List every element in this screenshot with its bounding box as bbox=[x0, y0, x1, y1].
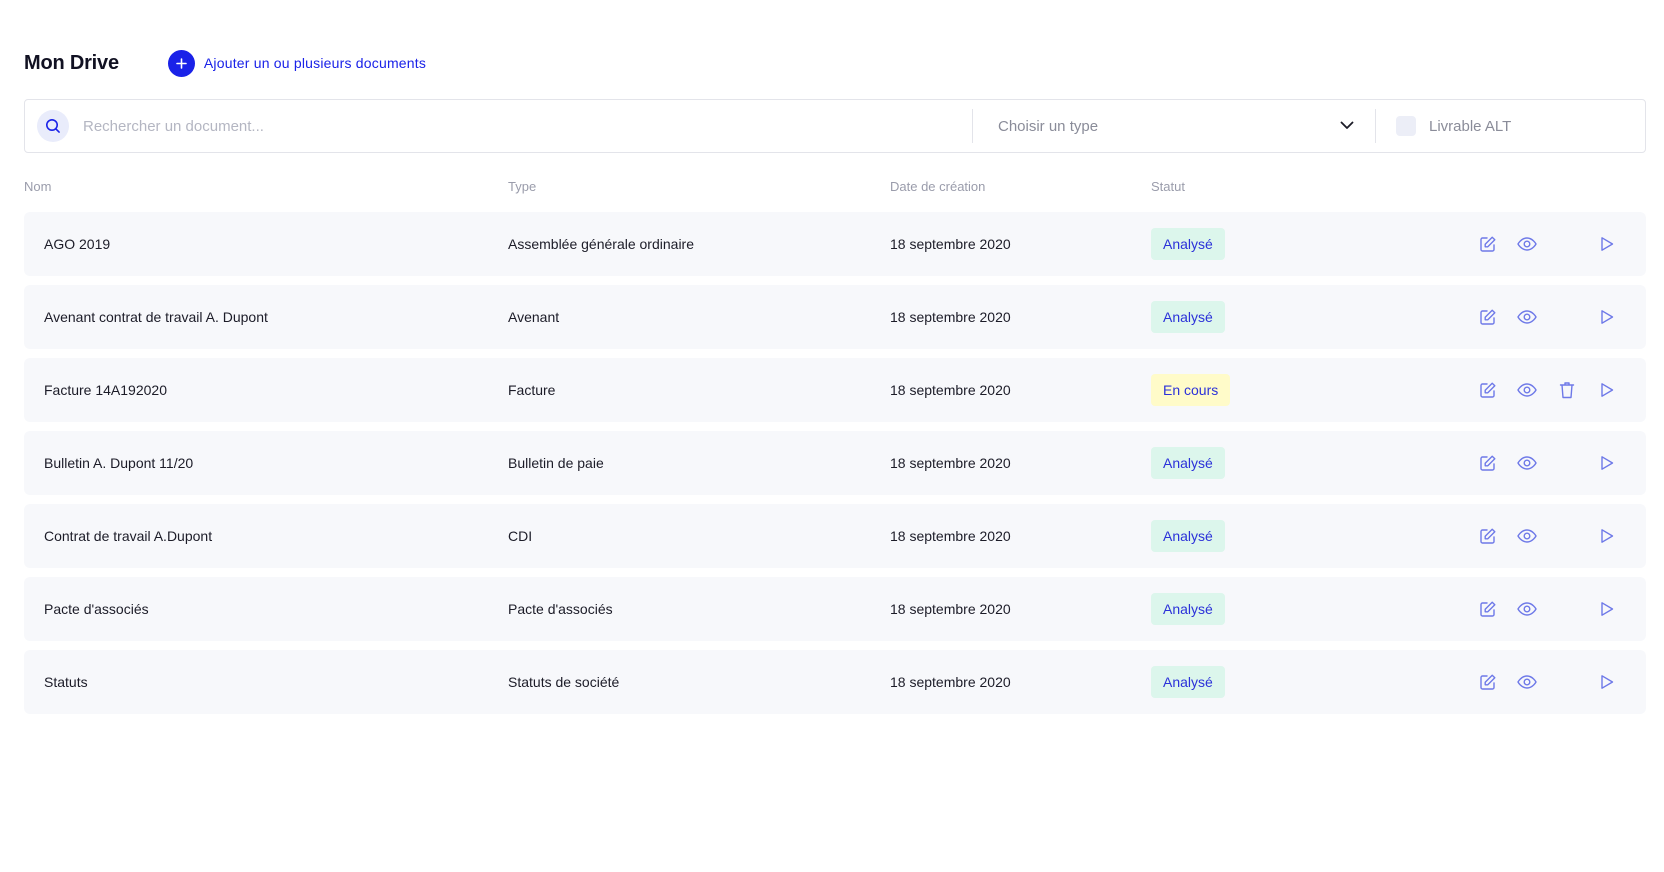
play-icon[interactable] bbox=[1596, 671, 1618, 693]
status-badge: En cours bbox=[1151, 374, 1231, 406]
document-type: Statuts de société bbox=[508, 674, 620, 690]
status-cell: Analysé bbox=[1151, 577, 1225, 641]
status-badge: Analysé bbox=[1151, 593, 1225, 625]
page-title: Mon Drive bbox=[24, 51, 119, 74]
column-header-date[interactable]: Date de création bbox=[890, 179, 985, 194]
document-type: Avenant bbox=[508, 309, 560, 325]
column-header-nom[interactable]: Nom bbox=[24, 179, 51, 194]
document-name: Pacte d'associés bbox=[44, 601, 149, 617]
status-badge: Analysé bbox=[1151, 301, 1225, 333]
table-row[interactable]: Contrat de travail A.Dupont CDI 18 septe… bbox=[24, 504, 1646, 568]
edit-icon[interactable] bbox=[1477, 379, 1499, 401]
edit-icon[interactable] bbox=[1477, 306, 1499, 328]
status-cell: Analysé bbox=[1151, 285, 1225, 349]
status-cell: Analysé bbox=[1151, 431, 1225, 495]
document-date: 18 septembre 2020 bbox=[890, 455, 1011, 471]
document-table: AGO 2019 Assemblée générale ordinaire 18… bbox=[24, 212, 1646, 723]
eye-icon[interactable] bbox=[1516, 598, 1538, 620]
edit-icon[interactable] bbox=[1477, 598, 1499, 620]
document-date: 18 septembre 2020 bbox=[890, 674, 1011, 690]
page-header: Mon Drive Ajouter un ou plusieurs docume… bbox=[24, 46, 426, 80]
eye-icon[interactable] bbox=[1516, 306, 1538, 328]
document-date: 18 septembre 2020 bbox=[890, 382, 1011, 398]
document-name: Bulletin A. Dupont 11/20 bbox=[44, 455, 194, 471]
table-row[interactable]: Pacte d'associés Pacte d'associés 18 sep… bbox=[24, 577, 1646, 641]
type-select[interactable]: Choisir un type bbox=[973, 100, 1375, 152]
table-row[interactable]: Facture 14A192020 Facture 18 septembre 2… bbox=[24, 358, 1646, 422]
document-date: 18 septembre 2020 bbox=[890, 601, 1011, 617]
document-type: Pacte d'associés bbox=[508, 601, 613, 617]
table-row[interactable]: Statuts Statuts de société 18 septembre … bbox=[24, 650, 1646, 714]
search-box bbox=[25, 100, 972, 152]
play-icon[interactable] bbox=[1596, 306, 1618, 328]
status-badge: Analysé bbox=[1151, 228, 1225, 260]
document-date: 18 septembre 2020 bbox=[890, 309, 1011, 325]
eye-icon[interactable] bbox=[1516, 525, 1538, 547]
livrable-alt-checkbox[interactable] bbox=[1396, 116, 1416, 136]
play-icon[interactable] bbox=[1596, 452, 1618, 474]
table-header: Nom Type Date de création Statut bbox=[24, 179, 1646, 195]
document-type: Facture bbox=[508, 382, 556, 398]
edit-icon[interactable] bbox=[1477, 671, 1499, 693]
table-row[interactable]: Bulletin A. Dupont 11/20 Bulletin de pai… bbox=[24, 431, 1646, 495]
status-cell: Analysé bbox=[1151, 212, 1225, 276]
document-name: Contrat de travail A.Dupont bbox=[44, 528, 213, 544]
add-documents-button[interactable]: Ajouter un ou plusieurs documents bbox=[167, 49, 427, 77]
add-documents-label: Ajouter un ou plusieurs documents bbox=[203, 55, 427, 71]
status-cell: En cours bbox=[1151, 358, 1231, 422]
chevron-down-icon bbox=[1340, 117, 1354, 135]
livrable-alt-filter[interactable]: Livrable ALT bbox=[1376, 100, 1511, 152]
table-row[interactable]: Avenant contrat de travail A. Dupont Ave… bbox=[24, 285, 1646, 349]
livrable-alt-label: Livrable ALT bbox=[1429, 117, 1512, 135]
table-row[interactable]: AGO 2019 Assemblée générale ordinaire 18… bbox=[24, 212, 1646, 276]
edit-icon[interactable] bbox=[1477, 233, 1499, 255]
status-badge: Analysé bbox=[1151, 666, 1225, 698]
play-icon[interactable] bbox=[1596, 525, 1618, 547]
search-input[interactable] bbox=[81, 116, 972, 136]
status-badge: Analysé bbox=[1151, 447, 1225, 479]
document-type: Bulletin de paie bbox=[508, 455, 604, 471]
eye-icon[interactable] bbox=[1516, 452, 1538, 474]
document-name: Facture 14A192020 bbox=[44, 382, 167, 398]
search-icon[interactable] bbox=[37, 110, 69, 142]
page: Mon Drive Ajouter un ou plusieurs docume… bbox=[0, 0, 1664, 872]
document-name: Statuts bbox=[44, 674, 88, 690]
play-icon[interactable] bbox=[1596, 379, 1618, 401]
plus-icon bbox=[167, 49, 195, 77]
play-icon[interactable] bbox=[1596, 598, 1618, 620]
play-icon[interactable] bbox=[1596, 233, 1618, 255]
status-cell: Analysé bbox=[1151, 504, 1225, 568]
document-type: CDI bbox=[508, 528, 533, 544]
status-badge: Analysé bbox=[1151, 520, 1225, 552]
column-header-type[interactable]: Type bbox=[508, 179, 536, 194]
document-name: AGO 2019 bbox=[44, 236, 111, 252]
filter-bar: Choisir un type Livrable ALT bbox=[24, 99, 1646, 153]
status-cell: Analysé bbox=[1151, 650, 1225, 714]
type-select-value: Choisir un type bbox=[998, 117, 1099, 135]
document-date: 18 septembre 2020 bbox=[890, 236, 1011, 252]
column-header-statut[interactable]: Statut bbox=[1151, 179, 1185, 194]
trash-icon[interactable] bbox=[1556, 379, 1578, 401]
eye-icon[interactable] bbox=[1516, 379, 1538, 401]
document-name: Avenant contrat de travail A. Dupont bbox=[44, 309, 268, 325]
edit-icon[interactable] bbox=[1477, 452, 1499, 474]
document-date: 18 septembre 2020 bbox=[890, 528, 1011, 544]
eye-icon[interactable] bbox=[1516, 671, 1538, 693]
eye-icon[interactable] bbox=[1516, 233, 1538, 255]
document-type: Assemblée générale ordinaire bbox=[508, 236, 694, 252]
edit-icon[interactable] bbox=[1477, 525, 1499, 547]
